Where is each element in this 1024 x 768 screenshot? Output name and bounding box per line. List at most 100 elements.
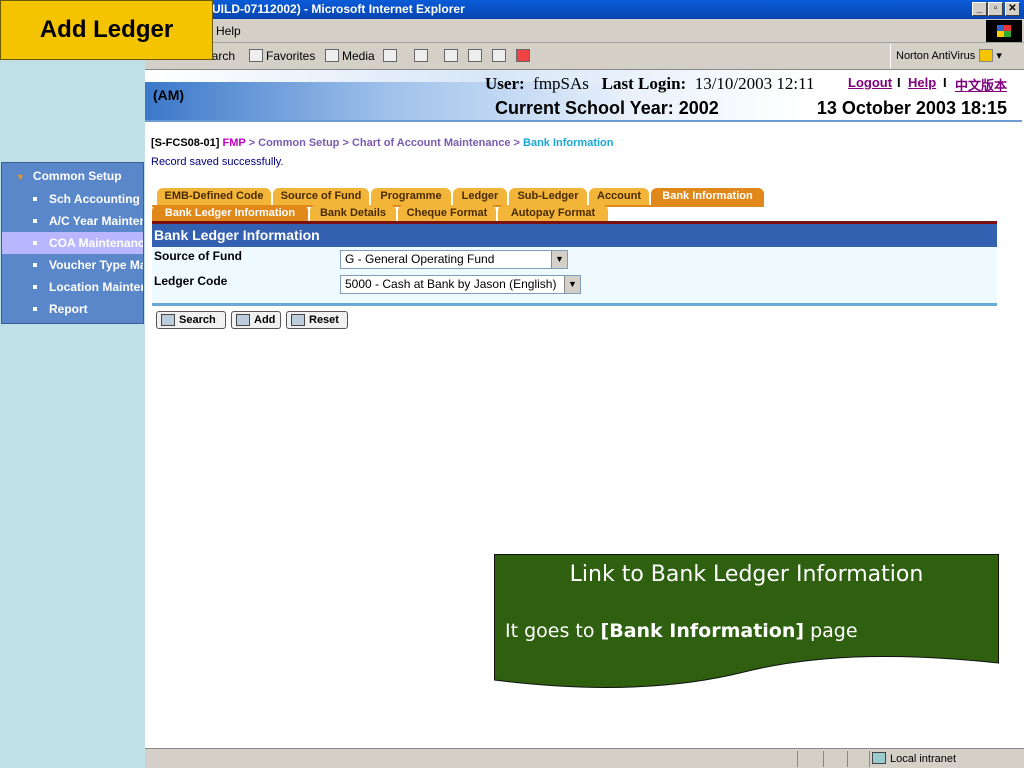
minimize-button[interactable]: _ xyxy=(972,2,987,16)
history-icon xyxy=(383,49,397,62)
history-toolbar-button[interactable] xyxy=(383,49,400,63)
discuss-icon xyxy=(492,49,506,62)
sidebar-item-label: COA Maintenance xyxy=(49,236,143,250)
header-banner: (AM) User: fmpSAs Last Login: 13/10/2003… xyxy=(145,70,1022,122)
breadcrumb-fmp[interactable]: FMP xyxy=(223,137,246,149)
tab-source-of-fund[interactable]: Source of Fund xyxy=(273,188,369,205)
print-toolbar-button[interactable] xyxy=(444,49,461,63)
sidebar-item-location[interactable]: Location Maintenance xyxy=(2,276,143,298)
zone-label: Local intranet xyxy=(890,753,957,765)
status-cell xyxy=(823,751,824,767)
mail-toolbar-button[interactable] xyxy=(414,49,431,63)
screen-code: [S-FCS08-01] xyxy=(151,137,220,149)
sidebar-item-label: Voucher Type Maintenance xyxy=(49,258,143,272)
reset-icon xyxy=(291,314,305,326)
tab-emb-defined-code[interactable]: EMB-Defined Code xyxy=(157,188,271,205)
panel-title: Bank Ledger Information xyxy=(152,224,997,247)
add-button-label: Add xyxy=(254,314,276,326)
reset-button[interactable]: Reset xyxy=(286,311,348,329)
security-zone: Local intranet xyxy=(872,752,956,765)
sidebar-item-report[interactable]: Report xyxy=(2,298,143,320)
school-year: Current School Year: 2002 xyxy=(495,98,719,118)
status-bar: Local intranet xyxy=(145,748,1024,768)
search-button-label: Search xyxy=(179,314,216,326)
sidebar-heading-label: Common Setup xyxy=(32,169,122,183)
bullet-icon xyxy=(33,285,37,289)
callout-body-prefix: It goes to xyxy=(505,620,601,642)
sidebar-item-coa-maintenance[interactable]: COA Maintenance xyxy=(2,232,143,254)
status-cell xyxy=(869,751,870,767)
add-ledger-label: Add Ledger xyxy=(0,0,213,60)
breadcrumb-separator: > xyxy=(342,137,349,149)
print-icon xyxy=(444,49,458,62)
source-of-fund-select[interactable]: G - General Operating Fund ▼ xyxy=(340,250,568,269)
tab-cheque-format[interactable]: Cheque Format xyxy=(398,205,496,222)
breadcrumb-current: Bank Information xyxy=(523,137,614,149)
norton-icon xyxy=(979,49,994,62)
tab-bank-information[interactable]: Bank Information xyxy=(651,188,764,205)
ledger-code-select[interactable]: 5000 - Cash at Bank by Jason (English) ▼ xyxy=(340,275,581,294)
close-window-button[interactable]: ✕ xyxy=(1005,2,1020,16)
bullet-icon xyxy=(33,197,37,201)
help-link[interactable]: Help xyxy=(908,75,936,90)
discuss-toolbar-button[interactable] xyxy=(492,49,509,63)
status-cell xyxy=(847,751,848,767)
bullet-icon xyxy=(33,307,37,311)
dropdown-arrow-icon[interactable]: ▼ xyxy=(551,251,567,268)
user-label: User: xyxy=(485,74,525,93)
tab-programme[interactable]: Programme xyxy=(371,188,451,205)
last-login-label: Last Login: xyxy=(601,74,687,93)
tab-autopay-format[interactable]: Autopay Format xyxy=(498,205,608,222)
tab-bank-details[interactable]: Bank Details xyxy=(310,205,396,222)
link-separator: I xyxy=(897,75,901,90)
last-login-value: 13/10/2003 12:11 xyxy=(694,74,815,93)
norton-label: Norton AntiVirus xyxy=(896,50,976,62)
menu-help[interactable]: Help xyxy=(216,24,241,38)
tab-account[interactable]: Account xyxy=(589,188,649,205)
breadcrumb-common-setup[interactable]: Common Setup xyxy=(258,137,339,149)
sidebar-item-voucher-type[interactable]: Voucher Type Maintenance xyxy=(2,254,143,276)
search-button[interactable]: Search xyxy=(156,311,226,329)
windows-logo-icon xyxy=(986,20,1022,42)
tab-bank-ledger-information[interactable]: Bank Ledger Information xyxy=(152,205,308,222)
favorites-toolbar-button[interactable]: Favorites xyxy=(249,49,315,63)
tab-sub-ledger[interactable]: Sub-Ledger xyxy=(509,188,587,205)
sidebar-item-label: Location Maintenance xyxy=(49,280,143,294)
current-datetime: 13 October 2003 18:15 xyxy=(816,98,1007,118)
ledger-code-value: 5000 - Cash at Bank by Jason (English) xyxy=(345,277,557,291)
restore-button[interactable]: ▫ xyxy=(988,2,1003,16)
am-label: (AM) xyxy=(153,87,185,103)
norton-antivirus[interactable]: Norton AntiVirus ▾ xyxy=(890,44,1002,69)
breadcrumb: [S-FCS08-01] FMP > Common Setup > Chart … xyxy=(151,137,613,149)
link-separator: I xyxy=(943,75,947,90)
logout-link[interactable]: Logout xyxy=(848,75,892,90)
sidebar-item-ac-year-maintenance[interactable]: A/C Year Maintenance xyxy=(2,210,143,232)
edit-toolbar-button[interactable] xyxy=(468,49,485,63)
user-name: fmpSAs xyxy=(533,74,589,93)
media-toolbar-button[interactable]: Media xyxy=(325,49,375,63)
breadcrumb-separator: > xyxy=(513,137,520,149)
dropdown-arrow-icon[interactable]: ▼ xyxy=(564,276,580,293)
sidebar-heading[interactable]: ▼ Common Setup xyxy=(16,169,122,183)
source-of-fund-value: G - General Operating Fund xyxy=(345,252,495,266)
add-icon xyxy=(236,314,250,326)
expand-triangle-icon: ▼ xyxy=(16,172,25,182)
sidebar-item-label: Sch Accounting Period xyxy=(49,192,143,206)
ledger-code-label: Ledger Code xyxy=(154,274,228,288)
bullet-icon xyxy=(33,263,37,267)
tab-row-2: Bank Ledger Information Bank Details Che… xyxy=(152,205,612,222)
breadcrumb-coa-maintenance[interactable]: Chart of Account Maintenance xyxy=(352,137,511,149)
messenger-toolbar-button[interactable] xyxy=(516,49,533,63)
edit-icon xyxy=(468,49,482,62)
media-icon xyxy=(325,49,339,62)
sidebar-item-sch-accounting-period[interactable]: Sch Accounting Period xyxy=(2,188,143,210)
sidebar-item-label: A/C Year Maintenance xyxy=(49,214,143,228)
tab-row-1: EMB-Defined Code Source of Fund Programm… xyxy=(152,188,772,205)
tab-ledger[interactable]: Ledger xyxy=(453,188,507,205)
add-button[interactable]: Add xyxy=(231,311,281,329)
search-icon xyxy=(161,314,175,326)
user-info: User: fmpSAs Last Login: 13/10/2003 12:1… xyxy=(485,74,814,94)
callout-body: It goes to [Bank Information] page xyxy=(505,620,858,642)
chinese-version-link[interactable]: 中文版本 xyxy=(955,75,1007,94)
media-label: Media xyxy=(342,49,375,63)
